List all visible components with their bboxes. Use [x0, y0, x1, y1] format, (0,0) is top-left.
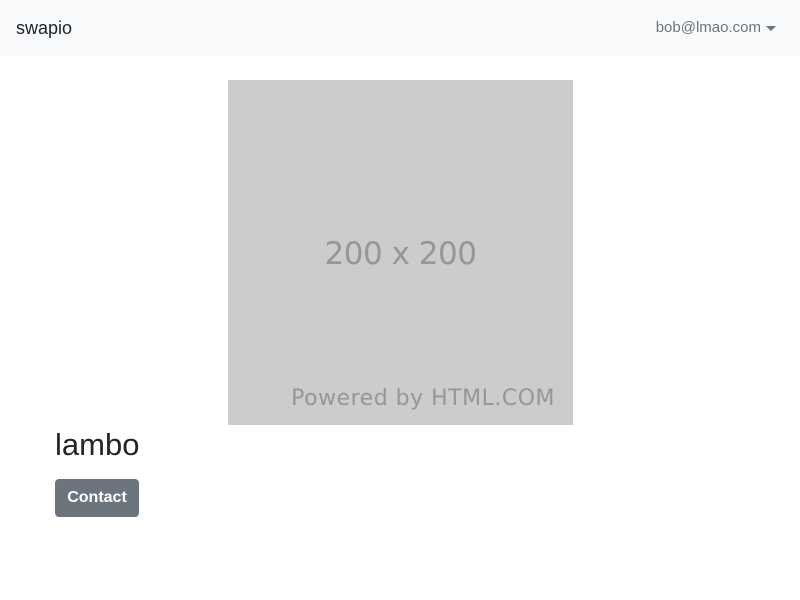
brand-link[interactable]: swapio — [16, 16, 72, 40]
navbar: swapio bob@lmao.com — [0, 0, 800, 56]
image-powered-label: Powered by HTML.COM — [291, 386, 555, 411]
contact-button[interactable]: Contact — [55, 479, 139, 517]
user-email: bob@lmao.com — [655, 19, 761, 36]
caret-down-icon — [766, 25, 776, 31]
item-image: 200 x 200 Powered by HTML.COM — [228, 80, 573, 425]
image-size-label: 200 x 200 — [324, 236, 477, 272]
item-title: lambo — [55, 427, 140, 462]
user-dropdown-toggle[interactable]: bob@lmao.com — [656, 18, 776, 38]
